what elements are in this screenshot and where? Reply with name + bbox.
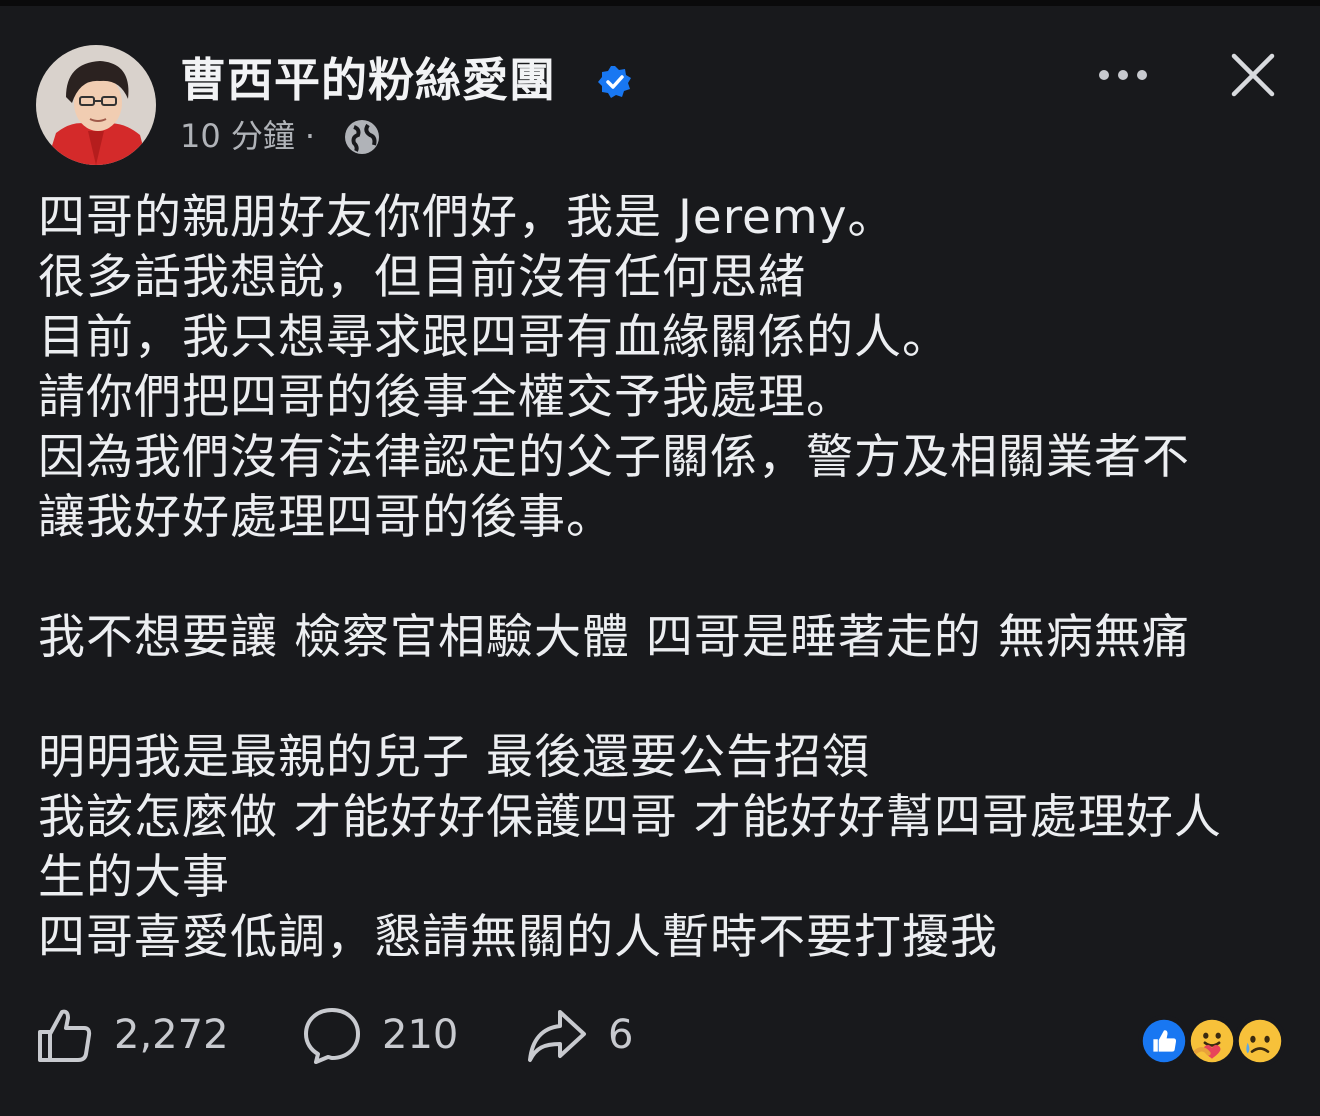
post-blank-line (38, 668, 1288, 728)
meta-separator: · (304, 117, 316, 155)
page-name-link[interactable]: 曹西平的粉絲愛團 (180, 52, 556, 108)
share-count: 6 (608, 1012, 634, 1058)
sad-reaction-icon (1234, 1015, 1286, 1067)
close-icon[interactable] (1228, 50, 1278, 100)
comment-count: 210 (382, 1012, 459, 1058)
thumbs-up-icon (38, 1009, 92, 1062)
verified-badge-icon (598, 66, 631, 98)
globe-icon[interactable] (342, 117, 382, 157)
post-timestamp[interactable]: 10 分鐘 (180, 117, 295, 155)
like-reaction-icon (1138, 1015, 1190, 1067)
post-line: 四哥的親朋好友你們好，我是 Jeremy。 (38, 190, 896, 245)
care-reaction-icon (1186, 1015, 1238, 1067)
page-avatar[interactable] (36, 45, 156, 165)
reaction-summary[interactable] (1138, 1015, 1288, 1069)
post-line: 生的大事 (38, 850, 230, 905)
post-line: 我不想要讓 檢察官相驗大體 四哥是睡著走的 無病無痛 (38, 610, 1190, 665)
share-arrow-icon (528, 1010, 586, 1062)
post-meta: 10 分鐘 · (180, 115, 325, 157)
post-line: 因為我們沒有法律認定的父子關係，警方及相關業者不 (38, 430, 1190, 485)
post-line: 目前，我只想尋求跟四哥有血緣關係的人。 (38, 310, 950, 365)
post-actions: 2,272 210 6 (0, 995, 1320, 1075)
post-blank-line (38, 548, 1288, 608)
post-line: 我該怎麼做 才能好好保護四哥 才能好好幫四哥處理好人 (38, 790, 1222, 845)
post-line: 請你們把四哥的後事全權交予我處理。 (38, 370, 854, 425)
like-button[interactable]: 2,272 (36, 995, 229, 1075)
more-options-icon[interactable] (1095, 60, 1151, 90)
post-line: 讓我好好處理四哥的後事。 (38, 490, 614, 545)
comment-button[interactable]: 210 (302, 995, 458, 1075)
share-button[interactable]: 6 (526, 995, 633, 1075)
comment-bubble-icon (304, 1008, 360, 1064)
post-header: 曹西平的粉絲愛團 10 分鐘 · (0, 0, 1320, 180)
post-line: 很多話我想說，但目前沒有任何思緒 (38, 250, 806, 305)
post-line: 明明我是最親的兒子 最後還要公告招領 (38, 730, 870, 785)
post-body: 四哥的親朋好友你們好，我是 Jeremy。 很多話我想說，但目前沒有任何思緒 目… (38, 188, 1288, 968)
like-count: 2,272 (114, 1012, 229, 1058)
post-line: 四哥喜愛低調，懇請無關的人暫時不要打擾我 (38, 910, 998, 965)
